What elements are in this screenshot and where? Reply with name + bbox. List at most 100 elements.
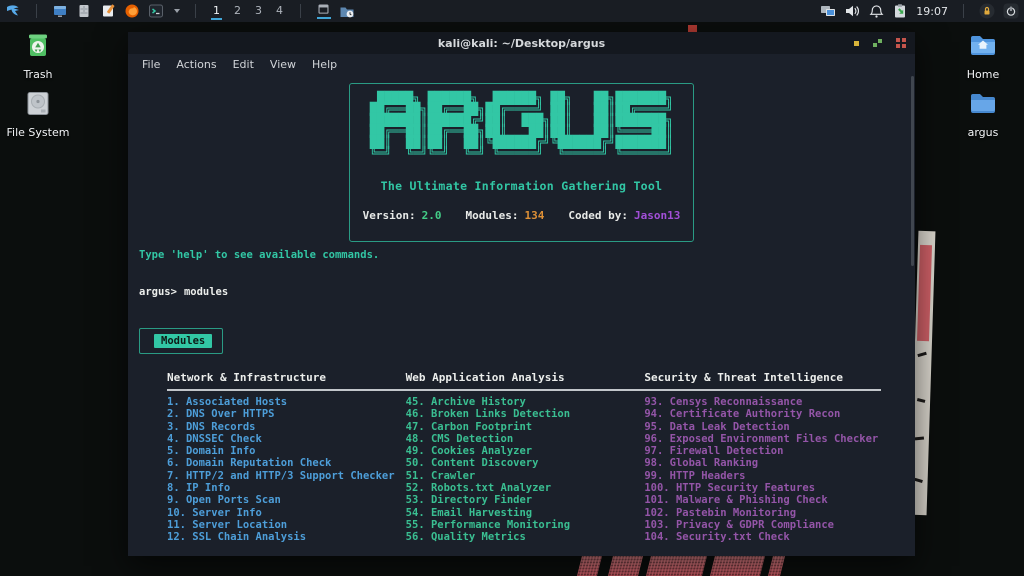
table-separator — [167, 389, 881, 391]
window-launcher-icon[interactable] — [52, 3, 68, 19]
prompt: argus> — [139, 286, 177, 298]
terminal-icon[interactable] — [148, 3, 164, 19]
module-column-security: 93. Censys Reconnaissance94. Certificate… — [644, 396, 883, 544]
network-icon[interactable] — [820, 3, 836, 19]
module-list-item: 5. Domain Info — [167, 445, 406, 457]
table-header-row: Network & Infrastructure Web Application… — [167, 371, 883, 384]
lock-icon[interactable] — [979, 3, 995, 19]
module-list-item: 7. HTTP/2 and HTTP/3 Support Checker — [167, 470, 406, 482]
trash-icon — [21, 30, 55, 62]
workspace-button[interactable]: 2 — [232, 3, 243, 20]
module-list-item: 97. Firewall Detection — [644, 445, 883, 457]
tagline: The Ultimate Information Gathering Tool — [381, 179, 663, 193]
hard-drive-icon — [21, 88, 55, 120]
module-column-web: 45. Archive History46. Broken Links Dete… — [406, 396, 645, 544]
module-column-network: 1. Associated Hosts2. DNS Over HTTPS3. D… — [167, 396, 406, 544]
desktop-icon-label: argus — [945, 126, 1021, 139]
desktop-icon-file-system[interactable]: File System — [0, 88, 76, 139]
power-icon[interactable] — [1003, 3, 1019, 19]
module-list-item: 101. Malware & Phishing Check — [644, 494, 883, 506]
menu-item[interactable]: View — [262, 58, 304, 71]
kali-menu-icon[interactable] — [5, 3, 21, 19]
modules-count-field: Modules:134 — [466, 209, 545, 222]
folder-clock-icon[interactable] — [339, 3, 355, 19]
modules-count-value: 134 — [525, 209, 545, 222]
workspace-switcher[interactable]: 1234 — [211, 3, 285, 20]
minimize-button[interactable] — [854, 41, 859, 46]
window-title: kali@kali: ~/Desktop/argus — [128, 37, 915, 50]
terminal-scrollbar[interactable] — [911, 76, 914, 266]
module-list-item: 11. Server Location — [167, 519, 406, 531]
folder-icon — [966, 88, 1000, 120]
module-list-item: 51. Crawler — [406, 470, 645, 482]
argus-banner-box: █████╗ ██████╗ ██████╗ ██╗ ██╗███████╗ █… — [349, 83, 694, 242]
menu-item[interactable]: Help — [304, 58, 345, 71]
module-list-item: 96. Exposed Environment Files Checker — [644, 433, 883, 445]
module-list-item: 46. Broken Links Detection — [406, 408, 645, 420]
desktop-icon-label: Home — [945, 68, 1021, 81]
module-list-item: 56. Quality Metrics — [406, 531, 645, 543]
menu-item[interactable]: Actions — [168, 58, 224, 71]
module-list-item: 93. Censys Reconnaissance — [644, 396, 883, 408]
notifications-bell-icon[interactable] — [868, 3, 884, 19]
command-line[interactable]: argus> modules — [139, 286, 228, 298]
modules-panel-box: Modules — [139, 328, 223, 354]
module-list-item: 2. DNS Over HTTPS — [167, 408, 406, 420]
workspace-button[interactable]: 4 — [274, 3, 285, 20]
argus-ascii-logo: █████╗ ██████╗ ██████╗ ██╗ ██╗███████╗ █… — [370, 93, 673, 159]
module-list-item: 100. HTTP Security Features — [644, 482, 883, 494]
modules-panel-title: Modules — [154, 334, 212, 348]
module-list-item: 95. Data Leak Detection — [644, 421, 883, 433]
module-list-item: 55. Performance Monitoring — [406, 519, 645, 531]
column-header: Security & Threat Intelligence — [644, 371, 883, 384]
module-list-item: 4. DNSSEC Check — [167, 433, 406, 445]
typed-command: modules — [184, 286, 228, 298]
home-folder-icon — [966, 30, 1000, 62]
column-header: Web Application Analysis — [406, 371, 645, 384]
module-list-item: 102. Pastebin Monitoring — [644, 507, 883, 519]
module-list-item: 6. Domain Reputation Check — [167, 457, 406, 469]
workspace-button[interactable]: 1 — [211, 3, 222, 20]
taskbar-window-button[interactable] — [316, 3, 331, 19]
column-header: Network & Infrastructure — [167, 371, 406, 384]
chevron-down-icon[interactable] — [174, 9, 180, 13]
workspace-button[interactable]: 3 — [253, 3, 264, 20]
window-menubar: FileActionsEditViewHelp — [128, 54, 915, 74]
module-list-item: 54. Email Harvesting — [406, 507, 645, 519]
volume-icon[interactable] — [844, 3, 860, 19]
clipboard-icon[interactable] — [892, 3, 908, 19]
module-list-item: 12. SSL Chain Analysis — [167, 531, 406, 543]
panel-clock[interactable]: 19:07 — [916, 5, 948, 18]
menu-item[interactable]: File — [134, 58, 168, 71]
module-list-item: 1. Associated Hosts — [167, 396, 406, 408]
desktop-icon-label: File System — [0, 126, 76, 139]
banner-meta-row: Version:2.0 Modules:134 Coded by:Jason13 — [363, 209, 681, 222]
module-list-item: 49. Cookies Analyzer — [406, 445, 645, 457]
file-cabinet-icon[interactable] — [76, 3, 92, 19]
panel-separator — [195, 4, 196, 18]
module-list-item: 98. Global Ranking — [644, 457, 883, 469]
module-list-item: 45. Archive History — [406, 396, 645, 408]
firefox-icon[interactable] — [124, 3, 140, 19]
module-list-item: 50. Content Discovery — [406, 457, 645, 469]
version-value: 2.0 — [422, 209, 442, 222]
help-hint-line: Type 'help' to see available commands. — [139, 249, 379, 261]
desktop-icon-trash[interactable]: Trash — [0, 30, 76, 81]
module-list-item: 48. CMS Detection — [406, 433, 645, 445]
module-list-item: 103. Privacy & GDPR Compliance — [644, 519, 883, 531]
desktop-icon-argus[interactable]: argus — [945, 88, 1021, 139]
desktop-icon-label: Trash — [0, 68, 76, 81]
window-titlebar[interactable]: kali@kali: ~/Desktop/argus — [128, 32, 915, 54]
module-list-item: 99. HTTP Headers — [644, 470, 883, 482]
coder-value: Jason13 — [634, 209, 680, 222]
close-button[interactable] — [896, 38, 906, 48]
menu-item[interactable]: Edit — [225, 58, 262, 71]
module-list-item: 104. Security.txt Check — [644, 531, 883, 543]
notes-icon[interactable] — [100, 3, 116, 19]
top-panel: 1234 19:07 — [0, 0, 1024, 22]
module-list-item: 10. Server Info — [167, 507, 406, 519]
desktop-icon-home[interactable]: Home — [945, 30, 1021, 81]
module-list-item: 47. Carbon Footprint — [406, 421, 645, 433]
maximize-button[interactable] — [872, 38, 883, 48]
panel-separator — [36, 4, 37, 18]
